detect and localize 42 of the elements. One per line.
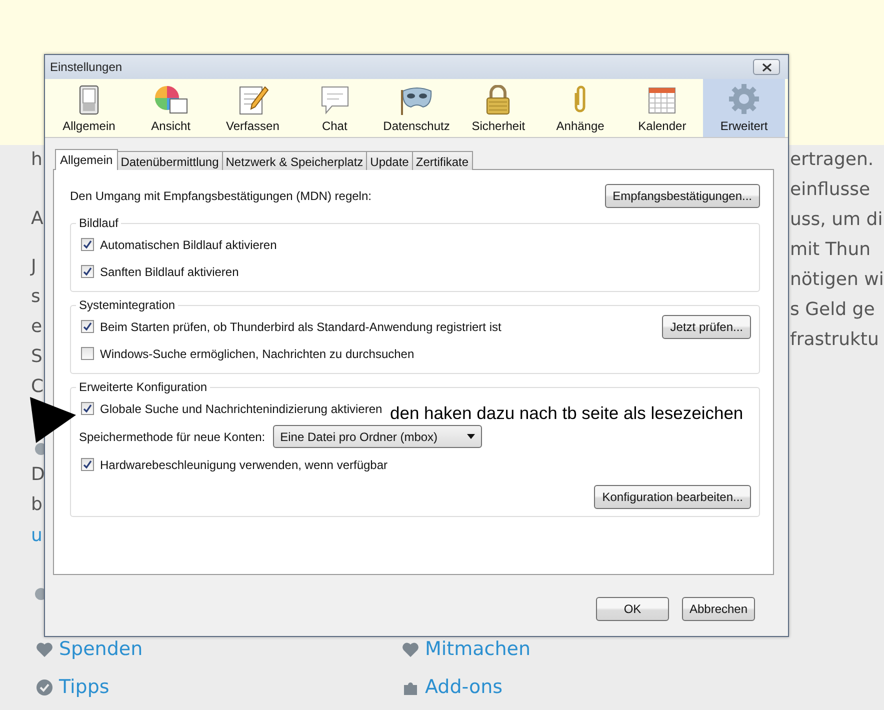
text-fragment: nötigen wi xyxy=(790,268,884,292)
annotation-text: den haken dazu nach tb seite als lesezeichen xyxy=(390,403,744,424)
tab[interactable]: Allgemein xyxy=(55,149,118,170)
window-title: Einstellungen xyxy=(50,60,124,74)
tab[interactable]: Zertifikate xyxy=(412,151,473,170)
group-title: Bildlauf xyxy=(78,216,120,230)
text-fragment: J xyxy=(31,255,38,279)
check-now-button[interactable]: Jetzt prüfen... xyxy=(662,314,751,338)
text-fragment: A xyxy=(31,207,44,231)
text-fragment: C xyxy=(31,375,45,399)
text-fragment: s Geld ge xyxy=(790,298,876,322)
toolbar-item[interactable]: Allgemein xyxy=(48,79,130,137)
toolbar-item[interactable]: Sicherheit xyxy=(457,79,540,137)
tab[interactable]: Netzwerk & Speicherplatz xyxy=(222,151,368,170)
text-fragment: b xyxy=(31,493,44,517)
text-fragment: mit Thun xyxy=(790,238,872,262)
tab[interactable]: Datenübermittlung xyxy=(116,151,223,170)
text-fragment: frastruktu xyxy=(790,328,880,352)
text-fragment: s xyxy=(31,285,42,309)
toolbar-item[interactable]: Verfassen xyxy=(212,79,294,137)
text-fragment: e xyxy=(31,315,44,339)
cancel-button[interactable]: Abbrechen xyxy=(682,597,755,621)
text-fragment: D xyxy=(31,463,46,487)
group-title: Erweiterte Konfiguration xyxy=(78,380,208,394)
toolbar-item[interactable]: Chat xyxy=(294,79,376,137)
text-fragment: uss, um di xyxy=(790,208,884,232)
text-fragment: einflusse xyxy=(790,178,872,202)
storage-dropdown[interactable]: Eine Datei pro Ordner (mbox) xyxy=(273,425,482,448)
toolbar-item[interactable]: Erweitert xyxy=(703,79,786,137)
text-fragment: S xyxy=(31,345,44,369)
text-fragment: ertragen. xyxy=(790,148,875,172)
toolbar-item[interactable]: Kalender xyxy=(621,79,704,137)
mdn-label: Den Umgang mit Empfangsbestätigungen (MDN) regeln: xyxy=(70,189,372,203)
group-title: Systemintegration xyxy=(78,298,176,312)
receipts-button[interactable]: Empfangsbestätigungen... xyxy=(604,184,760,208)
ok-button[interactable]: OK xyxy=(596,597,669,621)
toolbar-item[interactable]: Anhänge xyxy=(539,79,622,137)
config-editor-button[interactable]: Konfiguration bearbeiten... xyxy=(594,485,751,509)
field-label: Speichermethode für neue Konten: xyxy=(79,430,266,444)
toolbar-item[interactable]: Ansicht xyxy=(130,79,212,137)
toolbar-item[interactable]: Datenschutz xyxy=(376,79,458,137)
tab[interactable]: Update xyxy=(366,151,413,170)
